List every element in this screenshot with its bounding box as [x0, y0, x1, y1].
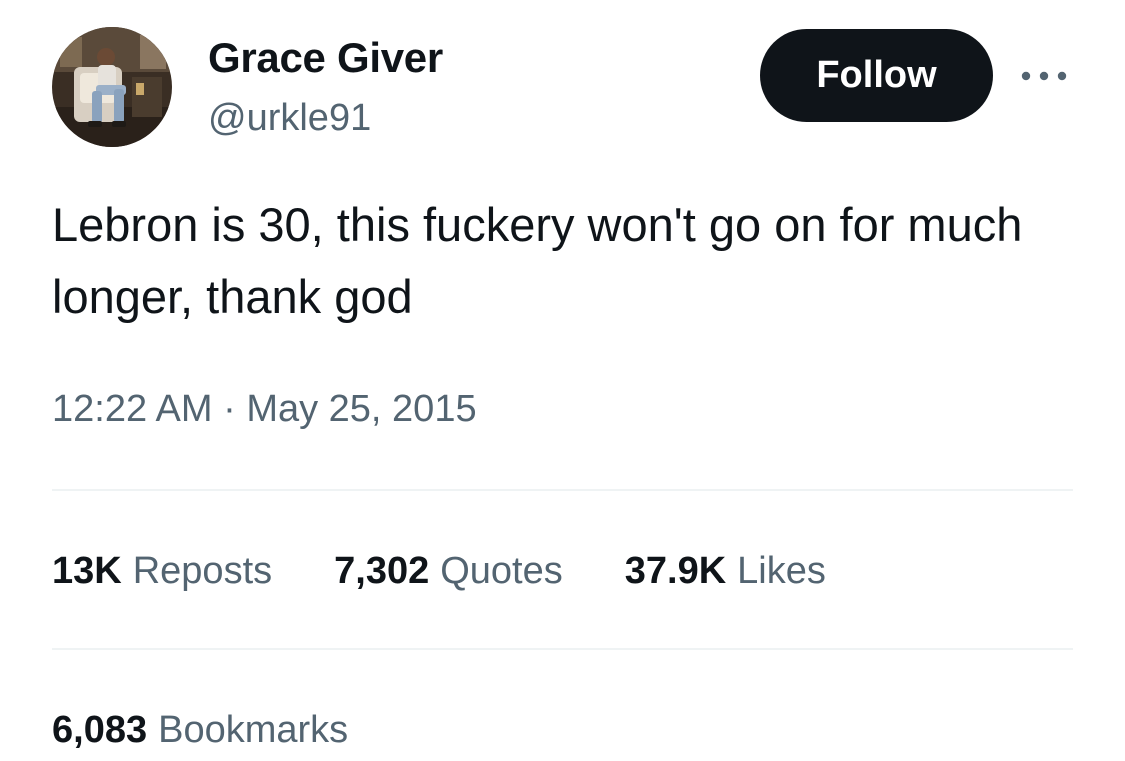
likes-stat[interactable]: 37.9K Likes: [625, 550, 826, 593]
tweet-timestamp[interactable]: 12:22 AM · May 25, 2015: [52, 385, 477, 433]
quotes-count: 7,302: [334, 549, 430, 592]
engagement-stats: 13K Reposts 7,302 Quotes 37.9K Likes: [52, 546, 888, 596]
more-horizontal-icon[interactable]: [1018, 64, 1070, 88]
tweet-text: Lebron is 30, this fuckery won't go on f…: [52, 198, 1023, 323]
reposts-count: 13K: [52, 549, 122, 592]
likes-count: 37.9K: [624, 549, 727, 592]
reposts-label: Reposts: [132, 549, 273, 592]
user-handle[interactable]: @urkle91: [208, 96, 371, 140]
reposts-stat[interactable]: 13K Reposts: [52, 550, 272, 593]
divider: [52, 648, 1073, 650]
avatar[interactable]: [52, 27, 172, 147]
likes-label: Likes: [737, 549, 826, 592]
tweet-card: Grace Giver @urkle91 Follow Lebron is 30…: [0, 0, 1125, 761]
avatar-image: [52, 27, 172, 147]
bookmarks-stat[interactable]: 6,083 Bookmarks: [52, 705, 348, 755]
quotes-label: Quotes: [440, 549, 563, 592]
follow-button[interactable]: Follow: [760, 29, 993, 122]
display-name[interactable]: Grace Giver: [208, 34, 443, 82]
bookmarks-count: 6,083: [52, 708, 148, 751]
bookmarks-label: Bookmarks: [158, 708, 349, 751]
divider: [52, 489, 1073, 491]
quotes-stat[interactable]: 7,302 Quotes: [334, 550, 563, 593]
